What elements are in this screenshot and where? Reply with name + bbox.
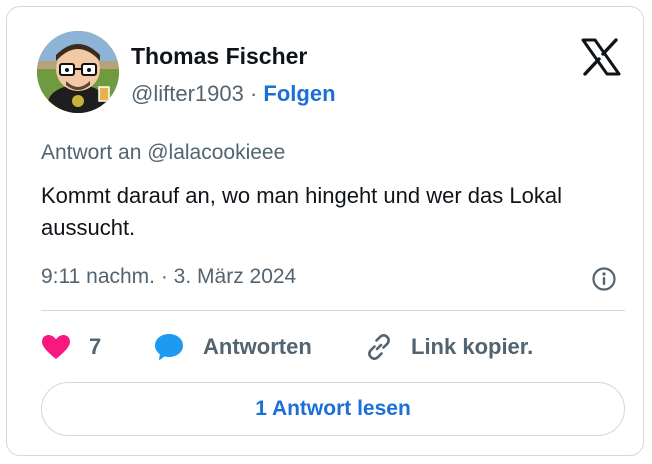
avatar-image [37, 31, 119, 113]
copy-link-label: Link kopier. [411, 334, 534, 359]
divider [41, 310, 625, 311]
tweet-text: Kommt darauf an, wo man hingeht und wer … [41, 183, 562, 240]
tweet-timestamp[interactable]: 9:11 nachm. · 3. März 2024 [41, 265, 296, 289]
author-handle-row: @lifter1903 · Folgen [131, 81, 336, 107]
x-logo-icon[interactable] [581, 38, 621, 76]
author-handle[interactable]: @lifter1903 [131, 81, 244, 106]
separator-dot: · [249, 81, 258, 106]
reply-button[interactable]: Antworten [153, 329, 312, 365]
reply-to-label[interactable]: Antwort an @lalacookieee [41, 141, 285, 165]
heart-icon [41, 334, 71, 360]
link-icon [363, 331, 395, 363]
copy-link-button[interactable]: Link kopier. [363, 329, 533, 365]
speech-bubble-icon [153, 332, 185, 362]
follow-button[interactable]: Folgen [263, 81, 335, 106]
tweet-embed-card: Thomas Fischer @lifter1903 · Folgen Antw… [6, 6, 644, 456]
avatar[interactable] [37, 31, 119, 113]
reply-label: Antworten [203, 334, 312, 359]
like-count: 7 [89, 334, 102, 359]
like-button[interactable]: 7 [41, 329, 101, 365]
info-icon[interactable] [591, 266, 617, 292]
action-bar: 7 Antworten Link kopier. [41, 329, 625, 365]
read-replies-button[interactable]: 1 Antwort lesen [41, 382, 625, 436]
author-name[interactable]: Thomas Fischer [131, 43, 307, 70]
